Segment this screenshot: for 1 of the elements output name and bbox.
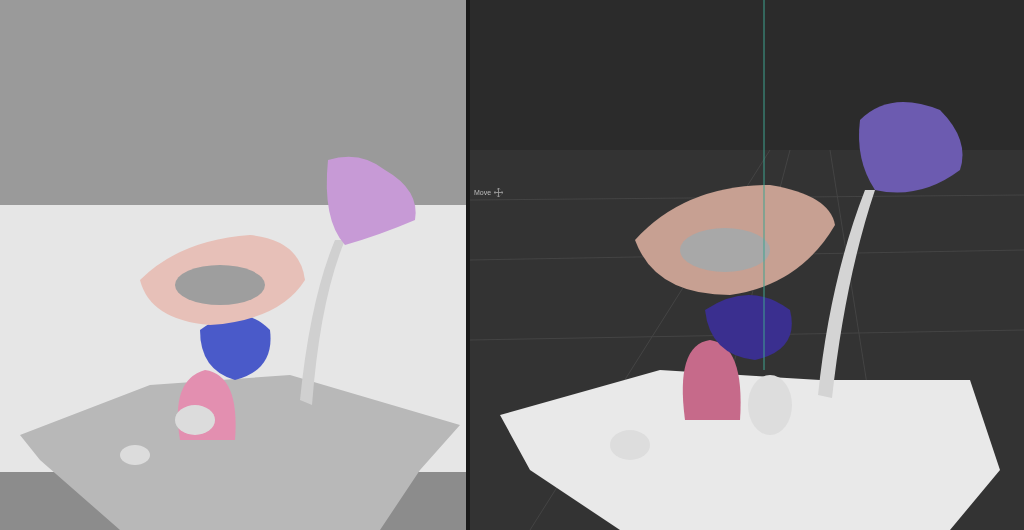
move-icon — [494, 188, 504, 197]
